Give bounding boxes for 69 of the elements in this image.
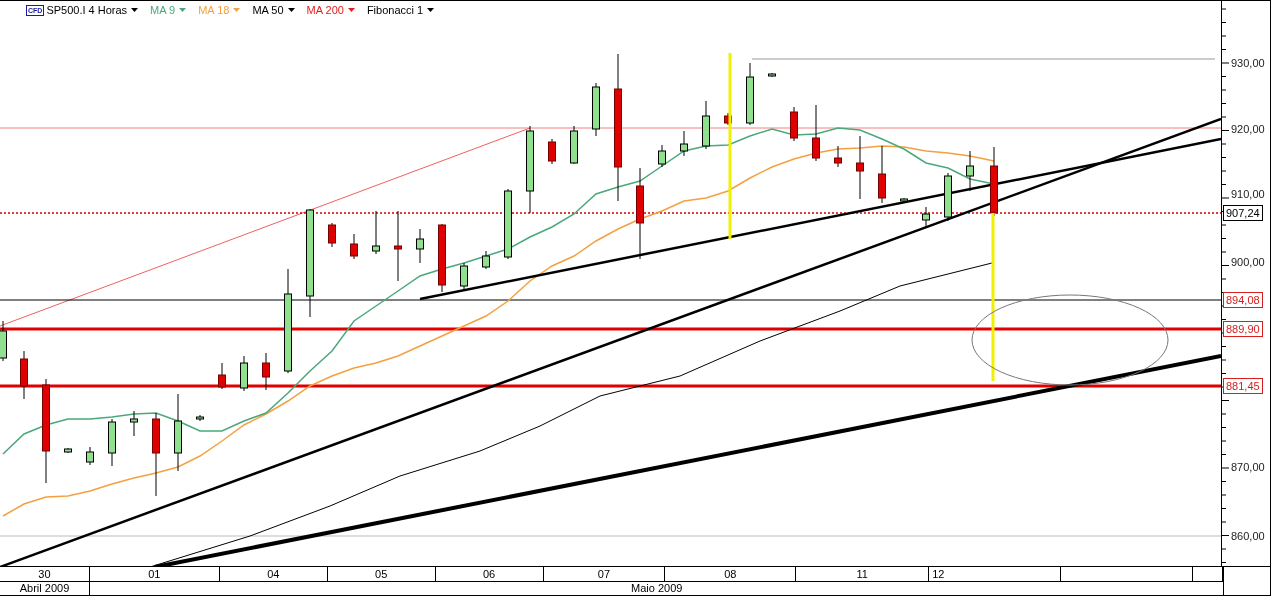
candlestick <box>240 355 248 392</box>
candlestick <box>416 228 424 264</box>
candlestick <box>790 106 798 142</box>
candlestick <box>548 138 556 165</box>
candlestick <box>262 352 270 391</box>
candlestick <box>460 262 468 292</box>
candlestick <box>834 145 842 168</box>
caret-icon <box>233 8 241 12</box>
price-tag: 907,24 <box>1223 205 1263 221</box>
date-label: 06 <box>482 568 496 580</box>
price-tick-label: 920,00 <box>1231 123 1265 135</box>
caret-icon <box>131 8 139 12</box>
date-label: 12 <box>932 568 945 580</box>
candlestick <box>350 233 358 260</box>
candlestick <box>394 210 402 282</box>
candlestick <box>570 125 578 165</box>
candlestick <box>504 188 512 260</box>
candlestick <box>0 320 7 362</box>
candlestick <box>680 130 688 157</box>
price-tick-label: 860,00 <box>1231 530 1265 542</box>
price-tick-label: 930,00 <box>1231 57 1265 69</box>
candlestick <box>372 210 380 255</box>
date-label: 01 <box>148 568 161 580</box>
price-tag: 889,90 <box>1223 321 1263 337</box>
candlestick <box>482 250 490 270</box>
price-tag: 894,08 <box>1223 292 1263 308</box>
candlestick <box>944 172 952 222</box>
caret-icon <box>427 8 435 12</box>
candlestick <box>592 82 600 137</box>
caret-icon <box>179 8 187 12</box>
candlestick <box>746 62 754 126</box>
caret-icon <box>347 8 355 12</box>
candlestick <box>196 414 204 422</box>
candlestick <box>130 410 138 437</box>
candlestick <box>768 72 776 78</box>
candlestick <box>86 446 94 466</box>
date-label: 04 <box>267 568 280 580</box>
candlestick <box>900 197 908 203</box>
date-label: 11 <box>856 568 868 580</box>
candlestick <box>438 223 446 293</box>
date-label: 07 <box>597 568 611 580</box>
candlestick <box>990 146 998 217</box>
candlestick <box>966 150 974 192</box>
date-label: 08 <box>724 568 737 580</box>
symbol-dropdown[interactable]: SP500.I 4 Horas <box>46 4 139 16</box>
candlestick <box>658 144 666 168</box>
candlestick <box>328 222 336 248</box>
candlestick <box>702 100 710 150</box>
candlestick <box>108 418 116 467</box>
candlestick <box>856 135 864 200</box>
date-label: 05 <box>375 568 388 580</box>
candlestick <box>922 206 930 227</box>
month-label: Abril 2009 <box>19 582 70 594</box>
price-tick-label: 900,00 <box>1231 256 1265 268</box>
indicator-dropdown[interactable]: MA 200 <box>306 4 355 16</box>
candlestick <box>218 362 226 390</box>
candlestick <box>812 104 820 162</box>
candlestick <box>64 447 72 454</box>
price-tag: 881,45 <box>1223 378 1263 394</box>
indicator-dropdown[interactable]: MA 50 <box>252 4 295 16</box>
caret-icon <box>287 8 295 12</box>
candlestick <box>878 145 886 204</box>
candlestick <box>724 112 732 126</box>
price-tick-label: 870,00 <box>1231 461 1265 473</box>
month-label: Maio 2009 <box>631 582 683 594</box>
indicator-dropdown[interactable]: Fibonacci 1 <box>366 4 435 16</box>
candlestick <box>20 350 28 400</box>
price-tick-label: 910,00 <box>1231 188 1265 200</box>
date-label: 30 <box>38 568 51 580</box>
